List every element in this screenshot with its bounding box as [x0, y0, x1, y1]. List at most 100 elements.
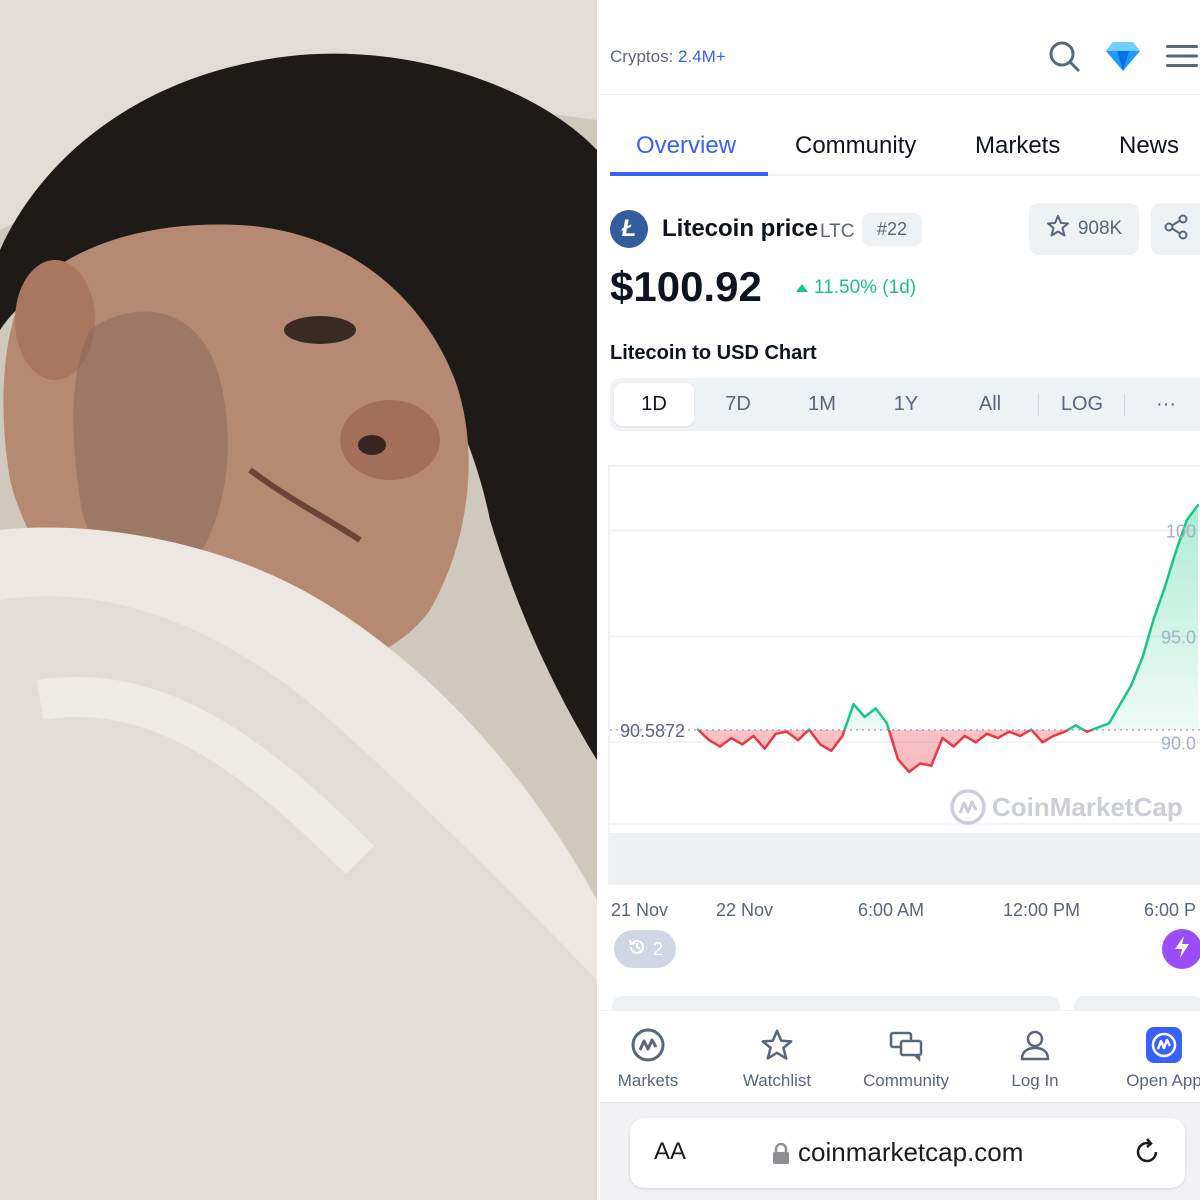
data-point: [996, 736, 1000, 740]
cryptos-value: 2.4M+: [678, 47, 726, 66]
star-outline-icon: [1046, 214, 1070, 244]
nav-markets[interactable]: Markets: [600, 1011, 703, 1103]
data-point: [1096, 726, 1100, 729]
data-point: [1196, 503, 1200, 507]
data-point: [796, 738, 800, 742]
nav-watchlist[interactable]: Watchlist: [722, 1011, 832, 1103]
price-chart[interactable]: 100 95.0 90.0 90.5872 CoinMarketCap: [608, 465, 1200, 885]
coin-symbol: LTC: [820, 221, 855, 242]
reload-icon[interactable]: [1132, 1137, 1162, 1172]
share-button[interactable]: [1151, 203, 1200, 255]
data-point: [963, 734, 966, 738]
data-point: [774, 732, 777, 736]
tab-news[interactable]: News: [1119, 132, 1179, 160]
top-bar: Cryptos: 2.4M+: [600, 0, 1200, 95]
data-point: [807, 728, 811, 731]
data-point: [1041, 741, 1044, 744]
data-point: [1007, 730, 1011, 733]
browser-bar: AA coinmarketcap.com: [600, 1102, 1200, 1200]
data-point: [985, 732, 989, 736]
data-point: [930, 764, 933, 767]
data-point: [1030, 728, 1033, 731]
nav-community[interactable]: Community: [851, 1011, 961, 1103]
range-1m[interactable]: 1M: [782, 383, 862, 426]
data-point: [719, 745, 722, 748]
data-point: [1152, 618, 1155, 621]
tab-markets[interactable]: Markets: [975, 132, 1060, 160]
data-point: [785, 730, 789, 733]
range-1y[interactable]: 1Y: [866, 383, 946, 426]
x-tick-label: 21 Nov: [611, 900, 669, 920]
x-tick-label: 12:00 PM: [1003, 900, 1081, 920]
data-point: [919, 762, 922, 765]
search-icon[interactable]: [1046, 38, 1082, 74]
chart-history-button[interactable]: 2: [614, 930, 676, 968]
data-point: [741, 743, 744, 746]
price-change-value: 11.50% (1d): [814, 277, 917, 298]
selfie-illustration: [0, 0, 597, 1200]
range-log[interactable]: LOG: [1042, 383, 1122, 426]
baseline-label: 90.5872: [620, 721, 685, 741]
nav-open-app-label: Open App: [1126, 1071, 1200, 1090]
selfie-photo: [0, 0, 597, 1200]
reader-text-size-button[interactable]: AA: [654, 1138, 686, 1166]
data-point: [1085, 730, 1089, 733]
range-7d[interactable]: 7D: [698, 383, 778, 426]
watermark-logo-mark: [958, 800, 978, 814]
range-separator: [1124, 394, 1125, 416]
x-tick-label: 22 Nov: [716, 900, 774, 920]
data-point: [1130, 683, 1133, 687]
data-point: [1174, 550, 1177, 553]
data-point: [1074, 724, 1077, 727]
nav-markets-label: Markets: [617, 1071, 679, 1090]
data-point: [819, 743, 822, 746]
range-1d[interactable]: 1D: [614, 383, 694, 426]
coinmarketcap-page: Cryptos: 2.4M+ Overview Community Market…: [600, 0, 1200, 1200]
tab-overview[interactable]: Overview: [636, 132, 736, 160]
litecoin-logo-icon: Ł: [610, 210, 648, 248]
data-point: [974, 741, 977, 744]
star-icon: [759, 1027, 795, 1063]
data-point: [907, 770, 911, 774]
data-point: [885, 722, 889, 725]
data-point: [1119, 702, 1122, 706]
data-point: [707, 738, 711, 742]
data-point: [874, 707, 877, 710]
x-tick-label: 6:00 AM: [858, 900, 925, 920]
range-all[interactable]: All: [950, 383, 1030, 426]
range-separator: [1038, 394, 1039, 416]
share-icon: [1163, 214, 1189, 245]
price-area-down: [698, 729, 1092, 772]
bottom-navigation: Markets Watchlist Community Log In Open …: [600, 1010, 1200, 1102]
data-point: [1163, 586, 1166, 589]
data-point: [730, 736, 733, 740]
address-bar[interactable]: AA coinmarketcap.com: [630, 1118, 1185, 1188]
watermark-text: CoinMarketCap: [992, 792, 1183, 822]
range-more-button[interactable]: ···: [1128, 383, 1200, 426]
coin-name: Litecoin price: [662, 215, 819, 242]
data-point: [1052, 734, 1055, 738]
watchlist-count: 908K: [1077, 218, 1123, 239]
rank-badge: #22: [862, 213, 922, 246]
menu-icon[interactable]: [1164, 38, 1200, 74]
active-tab-indicator: [610, 172, 768, 176]
data-point: [952, 745, 955, 748]
chat-bubbles-icon: [888, 1027, 924, 1063]
tab-community[interactable]: Community: [795, 132, 916, 160]
y-tick-label: 95.0: [1161, 627, 1196, 647]
history-count: 2: [652, 938, 663, 959]
diamond-icon[interactable]: [1105, 38, 1141, 74]
watchlist-button[interactable]: 908K: [1029, 203, 1139, 255]
nav-login[interactable]: Log In: [980, 1011, 1090, 1103]
lightning-icon: [1172, 935, 1192, 964]
watermark-logo-icon: [950, 789, 986, 825]
data-point: [752, 734, 755, 738]
lightning-button[interactable]: [1162, 929, 1200, 969]
x-tick-label: 6:00 P: [1144, 900, 1197, 920]
nav-community-label: Community: [863, 1071, 949, 1090]
coin-price: $100.92: [610, 263, 762, 310]
user-icon: [1017, 1027, 1053, 1063]
y-tick-label: 100: [1166, 522, 1196, 542]
data-point: [896, 758, 900, 761]
nav-open-app[interactable]: Open App: [1109, 1011, 1200, 1103]
